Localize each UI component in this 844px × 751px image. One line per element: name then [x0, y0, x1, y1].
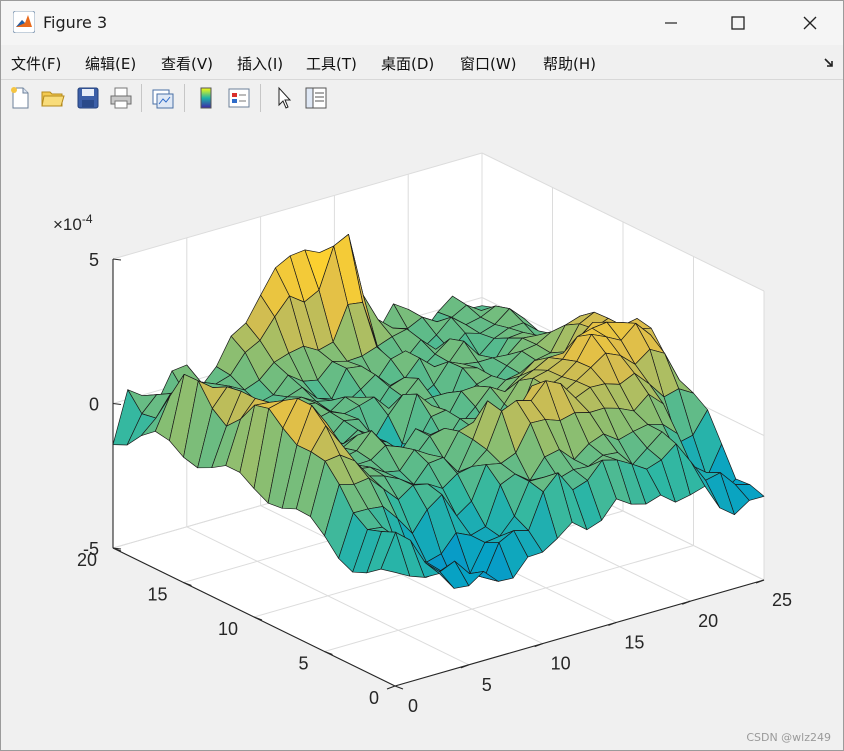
- close-button[interactable]: [787, 1, 833, 45]
- menu-insert[interactable]: 插入(I): [237, 53, 283, 74]
- menu-view[interactable]: 查看(V): [161, 53, 213, 74]
- title-bar: Figure 3: [1, 1, 843, 45]
- open-folder-icon[interactable]: [40, 85, 66, 111]
- y-tick-label: 10: [218, 619, 238, 639]
- minimize-icon: [665, 22, 677, 24]
- dock-arrow-icon[interactable]: [823, 57, 835, 69]
- menu-file[interactable]: 文件(F): [11, 53, 61, 74]
- edit-plot-cursor-icon[interactable]: [271, 85, 297, 111]
- y-tick-label: 5: [298, 654, 308, 674]
- x-tick-mark: [386, 685, 396, 690]
- new-figure-icon[interactable]: [7, 85, 33, 111]
- link-plot-icon[interactable]: [150, 85, 176, 111]
- maximize-icon: [731, 16, 745, 30]
- window-title: Figure 3: [43, 13, 108, 32]
- x-tick-label: 15: [624, 632, 644, 652]
- menu-edit[interactable]: 编辑(E): [85, 53, 136, 74]
- close-icon: [803, 16, 817, 30]
- x-tick-label: 20: [698, 611, 718, 631]
- legend-icon[interactable]: [226, 85, 252, 111]
- matlab-logo-icon: [13, 11, 35, 33]
- watermark-text: CSDN @wlz249: [746, 731, 831, 744]
- menu-bar: 文件(F) 编辑(E) 查看(V) 插入(I) 工具(T) 桌面(D) 窗口(W…: [1, 45, 843, 79]
- maximize-button[interactable]: [715, 1, 761, 45]
- x-tick-label: 5: [482, 675, 492, 695]
- menu-tools[interactable]: 工具(T): [306, 53, 357, 74]
- z-tick-label: -5: [83, 539, 99, 559]
- y-tick-mark: [394, 685, 404, 690]
- toolbar-separator: [141, 84, 142, 112]
- toolbar-separator: [184, 84, 185, 112]
- colorbar-icon[interactable]: [193, 85, 219, 111]
- z-tick-label: 5: [89, 250, 99, 270]
- x-tick-label: 10: [551, 654, 571, 674]
- x-tick-label: 0: [408, 696, 418, 716]
- toolbar-separator: [260, 84, 261, 112]
- z-exponent-label: ×10-4: [53, 212, 93, 234]
- x-tick-label: 25: [772, 590, 792, 610]
- print-icon[interactable]: [108, 85, 134, 111]
- figure-window: Figure 3 文件(F) 编辑(E) 查看(V) 插入(I) 工具(T) 桌…: [0, 0, 844, 751]
- figure-canvas: 0 5 10 15 20 25 0 5 10 15 20 -5 0 5 ×10-4 CSDN @wlz24…: [1, 118, 843, 750]
- z-tick-label: 0: [89, 395, 99, 415]
- y-tick-label: 15: [147, 585, 167, 605]
- save-icon[interactable]: [75, 85, 101, 111]
- menu-desktop[interactable]: 桌面(D): [381, 53, 434, 74]
- y-tick-label: 0: [369, 688, 379, 708]
- toolbar: [1, 79, 843, 119]
- surface-plot[interactable]: 051015202505101520-505 ×10-4: [1, 118, 843, 750]
- menu-help[interactable]: 帮助(H): [543, 53, 596, 74]
- menu-window[interactable]: 窗口(W): [460, 53, 517, 74]
- property-inspector-icon[interactable]: [303, 85, 329, 111]
- minimize-button[interactable]: [648, 1, 694, 45]
